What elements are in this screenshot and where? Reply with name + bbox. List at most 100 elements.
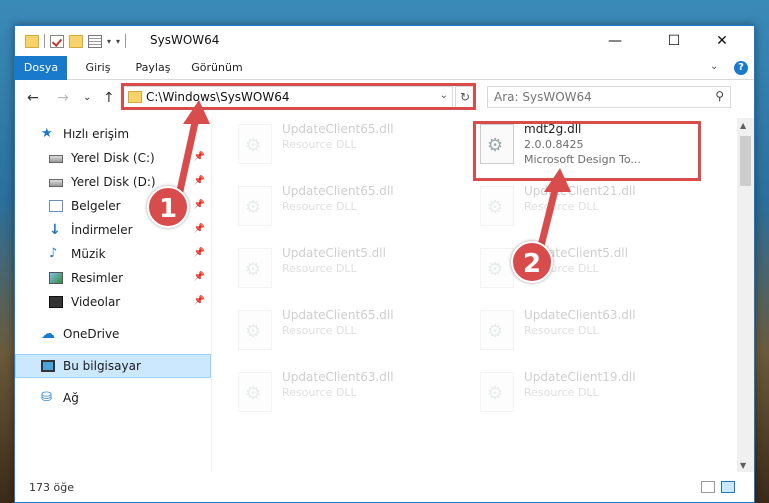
vertical-scrollbar[interactable]: ▲ ▼ (737, 118, 754, 473)
up-button[interactable]: ↑ (103, 90, 115, 106)
file-name: UpdateClient5.dll (282, 246, 386, 260)
file-item[interactable]: UpdateClient63.dll Resource DLL (476, 304, 706, 356)
sidebar-item-onedrive[interactable]: ☁ OneDrive (15, 322, 211, 346)
file-type: Resource DLL (282, 262, 357, 275)
pin-icon[interactable]: 📌 (194, 176, 205, 186)
computer-icon (41, 360, 55, 372)
file-type: Resource DLL (524, 200, 599, 213)
file-type: Resource DLL (282, 200, 357, 213)
dll-file-icon (238, 372, 272, 412)
callout-number-two: 2 (511, 241, 553, 283)
sidebar-item-label: Belgeler (71, 199, 121, 213)
disk-icon (49, 179, 63, 187)
search-box[interactable]: ⚲ (487, 86, 731, 108)
ribbon-tabs: Dosya Giriş Paylaş Görünüm ⌄ ? (15, 56, 754, 80)
maximize-button[interactable]: ☐ (651, 26, 697, 56)
file-item[interactable]: UpdateClient21.dll Resource DLL (476, 180, 706, 232)
documents-icon (49, 200, 63, 212)
file-type: Resource DLL (282, 324, 357, 337)
back-button[interactable]: ← (27, 90, 39, 106)
scrollbar-thumb[interactable] (740, 136, 751, 186)
sidebar-item-quick-access[interactable]: ★ Hızlı erişim (15, 122, 211, 146)
pin-icon[interactable]: 📌 (194, 248, 205, 258)
new-folder-icon[interactable] (69, 34, 83, 48)
sidebar-item-label: Ağ (63, 391, 79, 405)
file-item[interactable]: UpdateClient5.dll Resource DLL (234, 242, 464, 294)
pin-icon[interactable]: 📌 (194, 296, 205, 306)
search-icon[interactable]: ⚲ (715, 89, 724, 103)
sidebar-item-music[interactable]: ♪ Müzik 📌 (15, 242, 211, 266)
disk-icon (49, 155, 63, 163)
sidebar-item-label: Hızlı erişim (63, 127, 130, 141)
forward-button[interactable]: → (57, 90, 69, 106)
tab-giris[interactable]: Giriş (73, 56, 123, 80)
file-type: Resource DLL (524, 386, 599, 399)
callout-number-one: 1 (147, 186, 189, 228)
file-item[interactable]: UpdateClient5.dll Resource DLL (476, 242, 706, 294)
window-title: SysWOW64 (150, 33, 220, 47)
file-item[interactable]: UpdateClient19.dll Resource DLL (476, 366, 706, 418)
music-icon: ♪ (49, 246, 58, 261)
search-input[interactable] (494, 89, 704, 105)
folder-icon (25, 34, 39, 48)
file-item[interactable]: UpdateClient65.dll Resource DLL (234, 118, 464, 170)
item-count: 173 öğe (29, 481, 74, 494)
file-name: UpdateClient65.dll (282, 184, 394, 198)
dll-file-icon (480, 248, 514, 288)
scroll-up-icon[interactable]: ▲ (740, 121, 746, 130)
sidebar-item-local-disk-c[interactable]: Yerel Disk (C:) 📌 (15, 146, 211, 170)
sidebar-item-network[interactable]: ⛁ Ağ (15, 386, 211, 410)
pin-icon[interactable]: 📌 (194, 224, 205, 234)
toolbar-divider (44, 34, 45, 48)
sidebar-item-label: Videolar (71, 295, 121, 309)
dll-file-icon (480, 310, 514, 350)
file-item[interactable]: UpdateClient65.dll Resource DLL (234, 304, 464, 356)
downloads-icon: ↓ (49, 222, 61, 238)
large-icons-view-icon[interactable] (721, 481, 735, 493)
explorer-window: ▾ ▾ SysWOW64 — ☐ ✕ Dosya Giriş Paylaş Gö… (14, 25, 755, 503)
dll-file-icon (238, 248, 272, 288)
status-bar: 173 öğe (15, 472, 754, 502)
file-type: Resource DLL (282, 386, 357, 399)
file-item[interactable]: UpdateClient65.dll Resource DLL (234, 180, 464, 232)
pin-icon[interactable]: 📌 (194, 200, 205, 210)
file-name: UpdateClient19.dll (524, 370, 636, 384)
sidebar-item-label: Müzik (71, 247, 106, 261)
file-highlight-box (473, 121, 701, 181)
tab-dosya[interactable]: Dosya (15, 56, 67, 80)
dll-file-icon (480, 372, 514, 412)
sidebar-item-videos[interactable]: Videolar 📌 (15, 290, 211, 314)
sidebar-item-label: Yerel Disk (D:) (71, 175, 156, 189)
quick-access-toolbar: ▾ ▾ (25, 34, 127, 48)
pin-icon[interactable]: 📌 (194, 272, 205, 282)
dll-file-icon (480, 186, 514, 226)
file-item[interactable]: UpdateClient63.dll Resource DLL (234, 366, 464, 418)
expand-ribbon-icon[interactable]: ⌄ (710, 61, 718, 72)
help-icon[interactable]: ? (734, 61, 748, 75)
title-bar: ▾ ▾ SysWOW64 — ☐ ✕ (15, 26, 754, 56)
pin-icon[interactable]: 📌 (194, 152, 205, 162)
file-name: UpdateClient21.dll (524, 184, 636, 198)
scroll-down-icon[interactable]: ▼ (740, 461, 746, 470)
sidebar-item-this-pc[interactable]: Bu bilgisayar (15, 354, 211, 378)
close-button[interactable]: ✕ (699, 26, 745, 56)
tab-gorunum[interactable]: Görünüm (185, 56, 249, 80)
dll-file-icon (238, 186, 272, 226)
file-name: UpdateClient65.dll (282, 122, 394, 136)
file-name: UpdateClient63.dll (282, 370, 394, 384)
sidebar-item-pictures[interactable]: Resimler 📌 (15, 266, 211, 290)
customize-arrow-icon[interactable]: ▾ (107, 37, 111, 46)
properties-check-icon[interactable] (50, 34, 64, 48)
customize-toolbar-icon[interactable]: ▾ (116, 37, 120, 46)
minimize-button[interactable]: — (592, 26, 638, 56)
properties-icon[interactable] (88, 34, 102, 48)
tab-paylas[interactable]: Paylaş (127, 56, 179, 80)
sidebar-item-label: İndirmeler (71, 223, 133, 237)
navigation-pane: ★ Hızlı erişim Yerel Disk (C:) 📌 Yerel D… (15, 118, 211, 473)
recent-locations-button[interactable]: ⌄ (83, 92, 91, 103)
sidebar-item-label: Resimler (71, 271, 124, 285)
details-view-icon[interactable] (701, 481, 715, 493)
network-icon: ⛁ (41, 390, 52, 405)
file-type: Resource DLL (524, 324, 599, 337)
sidebar-item-label: OneDrive (63, 327, 120, 341)
